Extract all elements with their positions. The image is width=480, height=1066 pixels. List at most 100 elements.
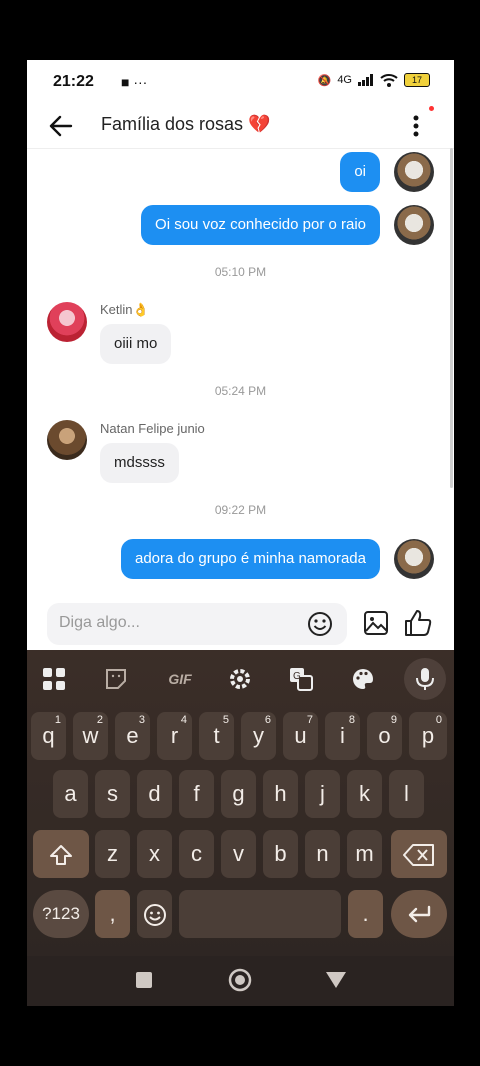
key-hint: 8 xyxy=(348,714,355,726)
key-hint: 7 xyxy=(306,714,313,726)
message-composer: Diga algo... xyxy=(27,598,454,650)
key-label: p xyxy=(421,723,435,748)
sender-name: Natan Felipe junio xyxy=(100,421,205,436)
key-y[interactable]: y6 xyxy=(241,712,276,760)
key-b[interactable]: b xyxy=(263,830,298,878)
space-key[interactable] xyxy=(179,890,341,938)
message-bubble-out[interactable]: Oi sou voz conhecido por o raio xyxy=(141,205,380,245)
avatar[interactable] xyxy=(394,539,434,579)
home-icon[interactable] xyxy=(228,968,252,992)
key-w[interactable]: w2 xyxy=(73,712,108,760)
status-bar: 21:22 ■ ··· 🔕 4G 17 xyxy=(27,60,454,104)
key-f[interactable]: f xyxy=(179,770,214,818)
key-r[interactable]: r4 xyxy=(157,712,192,760)
key-hint: 3 xyxy=(138,714,145,726)
key-o[interactable]: o9 xyxy=(367,712,402,760)
enter-icon xyxy=(408,905,431,923)
key-label: o xyxy=(378,723,391,748)
battery-icon: 17 xyxy=(404,73,430,87)
key-label: r xyxy=(170,723,179,748)
message-timestamp: 05:10 PM xyxy=(214,265,267,279)
mic-icon[interactable] xyxy=(404,658,446,700)
avatar[interactable] xyxy=(394,205,434,245)
image-icon[interactable] xyxy=(363,610,389,636)
key-z[interactable]: z xyxy=(95,830,130,878)
enter-key[interactable] xyxy=(391,890,447,938)
wifi-icon xyxy=(380,74,398,87)
network-label: 4G xyxy=(337,74,352,86)
emoji-icon[interactable] xyxy=(307,611,333,637)
key-label: y xyxy=(253,723,264,748)
key-p[interactable]: p0 xyxy=(409,712,447,760)
period-key[interactable]: . xyxy=(348,890,383,938)
key-h[interactable]: h xyxy=(263,770,298,818)
shift-key[interactable] xyxy=(33,830,89,878)
message-bubble-out[interactable]: oi xyxy=(340,152,380,192)
key-d[interactable]: d xyxy=(137,770,172,818)
back-nav-icon[interactable] xyxy=(325,970,347,990)
message-timestamp: 05:24 PM xyxy=(214,384,267,398)
key-j[interactable]: j xyxy=(305,770,340,818)
backspace-icon xyxy=(403,844,434,867)
emoji-key[interactable] xyxy=(137,890,172,938)
key-hint: 9 xyxy=(390,714,397,726)
key-u[interactable]: u7 xyxy=(283,712,318,760)
key-hint: 1 xyxy=(54,714,61,726)
comma-key[interactable]: , xyxy=(95,890,130,938)
avatar[interactable] xyxy=(47,420,87,460)
key-hint: 5 xyxy=(222,714,229,726)
message-bubble-in[interactable]: oiii mo xyxy=(100,324,172,364)
key-hint: 0 xyxy=(435,714,442,726)
key-label: e xyxy=(126,723,139,748)
key-e[interactable]: e3 xyxy=(115,712,150,760)
message-list: oi Oi sou voz conhecido por o raio 05:10… xyxy=(27,148,454,598)
key-hint: 6 xyxy=(264,714,271,726)
avatar[interactable] xyxy=(47,302,87,342)
more-vertical-icon[interactable] xyxy=(406,110,426,142)
key-t[interactable]: t5 xyxy=(199,712,234,760)
key-n[interactable]: n xyxy=(305,830,340,878)
chat-title[interactable]: Família dos rosas 💔 xyxy=(101,114,270,135)
mute-icon: 🔕 xyxy=(317,74,332,87)
gif-button[interactable]: GIF xyxy=(160,664,200,694)
notification-dot xyxy=(429,106,434,111)
key-l[interactable]: l xyxy=(389,770,424,818)
symbols-key[interactable]: ?123 xyxy=(33,890,89,938)
palette-icon[interactable] xyxy=(348,664,378,694)
status-right-icons: 🔕 4G 17 xyxy=(318,73,430,87)
key-a[interactable]: a xyxy=(53,770,88,818)
message-bubble-in[interactable]: mdssss xyxy=(100,443,179,483)
key-m[interactable]: m xyxy=(347,830,382,878)
settings-icon[interactable] xyxy=(225,664,255,694)
key-q[interactable]: q1 xyxy=(31,712,66,760)
shift-icon xyxy=(50,845,72,866)
key-g[interactable]: g xyxy=(221,770,256,818)
key-label: i xyxy=(340,723,345,748)
sender-name: Ketlin👌 xyxy=(100,302,149,317)
key-c[interactable]: c xyxy=(179,830,214,878)
chat-header: Família dos rosas 💔 xyxy=(27,104,454,149)
status-notification-icons: ■ ··· xyxy=(121,74,148,90)
key-v[interactable]: v xyxy=(221,830,256,878)
recent-apps-icon[interactable] xyxy=(135,971,153,989)
signal-icon xyxy=(358,74,373,86)
keyboard: GIF G q1 w2 e3 r4 t5 y6 u7 i8 o9 p0 a s … xyxy=(27,650,454,1006)
emoji-icon xyxy=(143,904,166,927)
navigation-bar xyxy=(27,956,454,1006)
avatar[interactable] xyxy=(394,152,434,192)
message-input[interactable]: Diga algo... xyxy=(47,603,347,645)
key-label: t xyxy=(213,723,220,748)
key-k[interactable]: k xyxy=(347,770,382,818)
backspace-key[interactable] xyxy=(391,830,447,878)
thumbs-up-icon[interactable] xyxy=(403,608,433,638)
message-bubble-out[interactable]: adora do grupo é minha namorada xyxy=(121,539,380,579)
sticker-icon[interactable] xyxy=(101,664,131,694)
input-placeholder: Diga algo... xyxy=(59,614,140,631)
key-s[interactable]: s xyxy=(95,770,130,818)
key-x[interactable]: x xyxy=(137,830,172,878)
key-i[interactable]: i8 xyxy=(325,712,360,760)
arrow-left-icon[interactable] xyxy=(47,112,75,140)
translate-icon[interactable]: G xyxy=(286,664,316,694)
apps-icon[interactable] xyxy=(39,664,69,694)
svg-text:G: G xyxy=(293,671,301,682)
